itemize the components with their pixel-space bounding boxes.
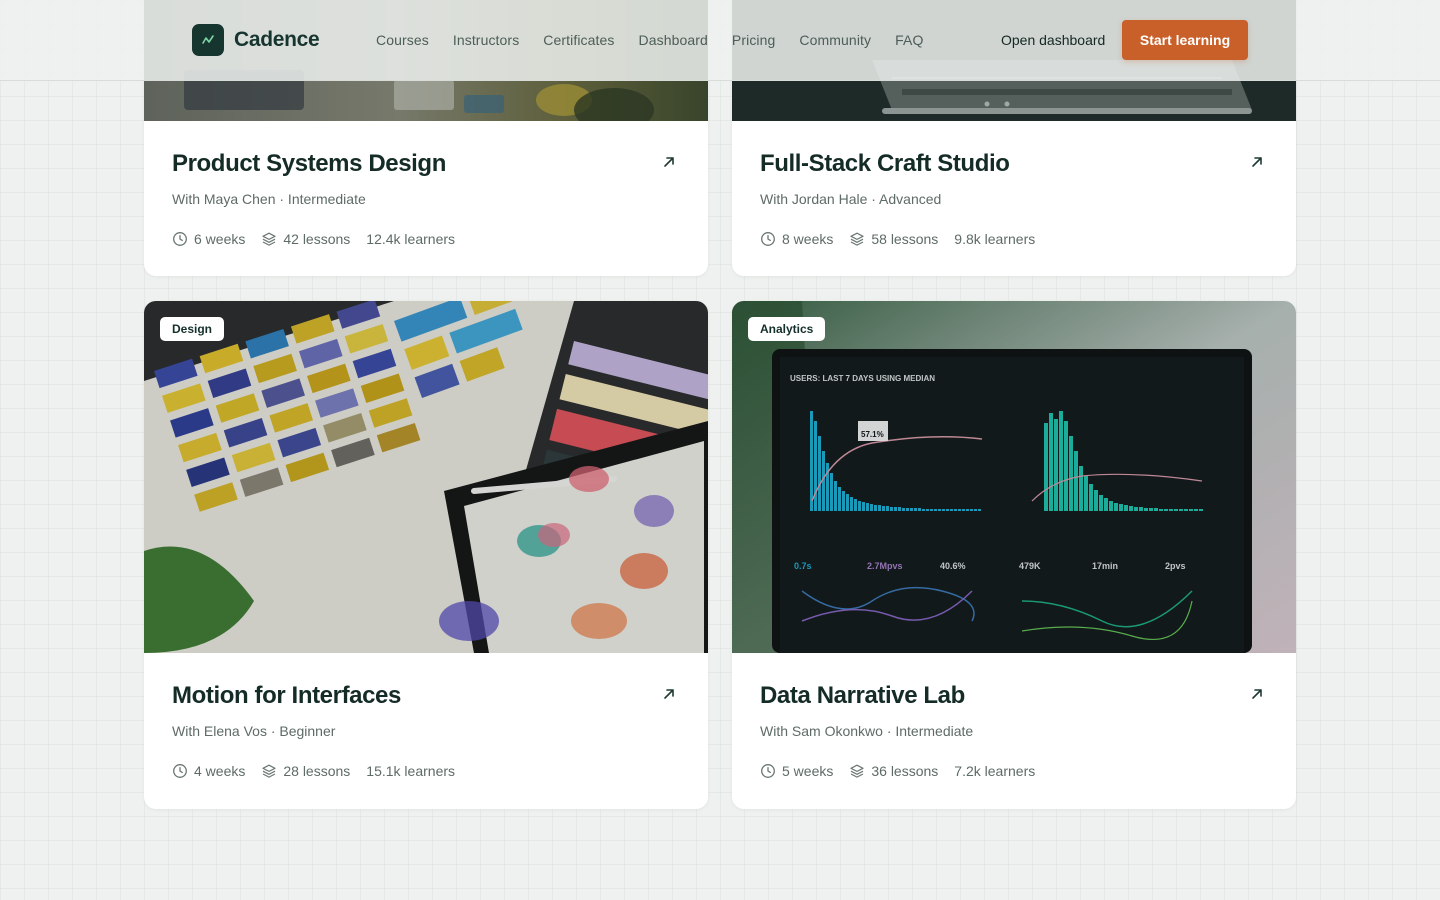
course-meta: 8 weeks 58 lessons 9.8k learners	[760, 229, 1268, 249]
course-duration-text: 8 weeks	[782, 231, 834, 247]
nav-instructors[interactable]: Instructors	[453, 30, 519, 50]
category-tag: Analytics	[748, 317, 826, 341]
arrow-up-right-icon[interactable]	[1250, 155, 1264, 169]
nav-certificates[interactable]: Certificates	[543, 30, 614, 50]
course-duration-text: 6 weeks	[194, 231, 246, 247]
course-instructor-level: With Elena Vos · Beginner	[172, 723, 336, 739]
course-card-body: Data Narrative Lab With Sam Okonkwo · In…	[760, 681, 1268, 781]
category-tag: Design	[160, 317, 225, 341]
course-duration-text: 5 weeks	[782, 763, 834, 779]
course-lessons-text: 42 lessons	[283, 231, 351, 247]
layers-icon	[262, 232, 276, 246]
course-card[interactable]: Design Motion for Interfaces With Elena …	[144, 301, 708, 809]
start-learning-button[interactable]: Start learning	[1122, 20, 1248, 60]
arrow-up-right-icon[interactable]	[662, 687, 676, 701]
course-card[interactable]: USERS: LAST 7 DAYS USING MEDIAN 57.1% 0.…	[732, 301, 1296, 809]
nav-pricing[interactable]: Pricing	[732, 30, 776, 50]
course-lessons: 36 lessons	[849, 761, 938, 781]
clock-icon	[761, 232, 775, 246]
course-instructor-level: With Jordan Hale · Advanced	[760, 191, 942, 207]
arrow-up-right-icon[interactable]	[662, 155, 676, 169]
layers-icon	[262, 764, 276, 778]
course-lessons: 28 lessons	[261, 761, 350, 781]
course-instructor-level: With Sam Okonkwo · Intermediate	[760, 723, 974, 739]
layers-icon	[850, 232, 864, 246]
course-duration: 6 weeks	[172, 229, 245, 249]
course-meta: 5 weeks 36 lessons 7.2k learners	[760, 761, 1268, 781]
nav-faq[interactable]: FAQ	[895, 30, 923, 50]
main-nav: Courses Instructors Certificates Dashboa…	[376, 30, 947, 50]
course-image: Design	[144, 301, 708, 653]
course-learners: 12.4k learners	[366, 231, 456, 247]
course-learners: 15.1k learners	[366, 763, 456, 779]
course-lessons: 58 lessons	[849, 229, 938, 249]
course-duration: 4 weeks	[172, 761, 245, 781]
logo-mark-icon	[192, 24, 224, 56]
course-title[interactable]: Data Narrative Lab	[760, 681, 1268, 711]
layers-icon	[850, 764, 864, 778]
arrow-up-right-icon[interactable]	[1250, 687, 1264, 701]
course-title[interactable]: Motion for Interfaces	[172, 681, 680, 711]
course-lessons-text: 28 lessons	[283, 763, 351, 779]
course-meta: 4 weeks 28 lessons 15.1k learners	[172, 761, 680, 781]
course-card-body: Full-Stack Craft Studio With Jordan Hale…	[760, 149, 1268, 249]
course-card-body: Product Systems Design With Maya Chen · …	[172, 149, 680, 249]
nav-dashboard[interactable]: Dashboard	[639, 30, 708, 50]
course-duration-text: 4 weeks	[194, 763, 246, 779]
course-instructor-level: With Maya Chen · Intermediate	[172, 191, 366, 207]
clock-icon	[761, 764, 775, 778]
site-header: Cadence Courses Instructors Certificates…	[0, 0, 1440, 81]
open-dashboard-link[interactable]: Open dashboard	[1001, 30, 1105, 50]
course-duration: 5 weeks	[760, 761, 833, 781]
brand-name: Cadence	[234, 28, 320, 51]
nav-courses[interactable]: Courses	[376, 30, 429, 50]
nav-community[interactable]: Community	[799, 30, 871, 50]
course-lessons-text: 58 lessons	[871, 231, 939, 247]
course-lessons-text: 36 lessons	[871, 763, 939, 779]
course-duration: 8 weeks	[760, 229, 833, 249]
clock-icon	[173, 764, 187, 778]
course-card-body: Motion for Interfaces With Elena Vos · B…	[172, 681, 680, 781]
clock-icon	[173, 232, 187, 246]
brand-logo[interactable]: Cadence	[192, 24, 320, 56]
course-lessons: 42 lessons	[261, 229, 350, 249]
course-learners: 7.2k learners	[954, 763, 1036, 779]
course-title[interactable]: Full-Stack Craft Studio	[760, 149, 1268, 179]
course-meta: 6 weeks 42 lessons 12.4k learners	[172, 229, 680, 249]
course-image: USERS: LAST 7 DAYS USING MEDIAN 57.1% 0.…	[732, 301, 1296, 653]
course-title[interactable]: Product Systems Design	[172, 149, 680, 179]
course-learners: 9.8k learners	[954, 231, 1036, 247]
